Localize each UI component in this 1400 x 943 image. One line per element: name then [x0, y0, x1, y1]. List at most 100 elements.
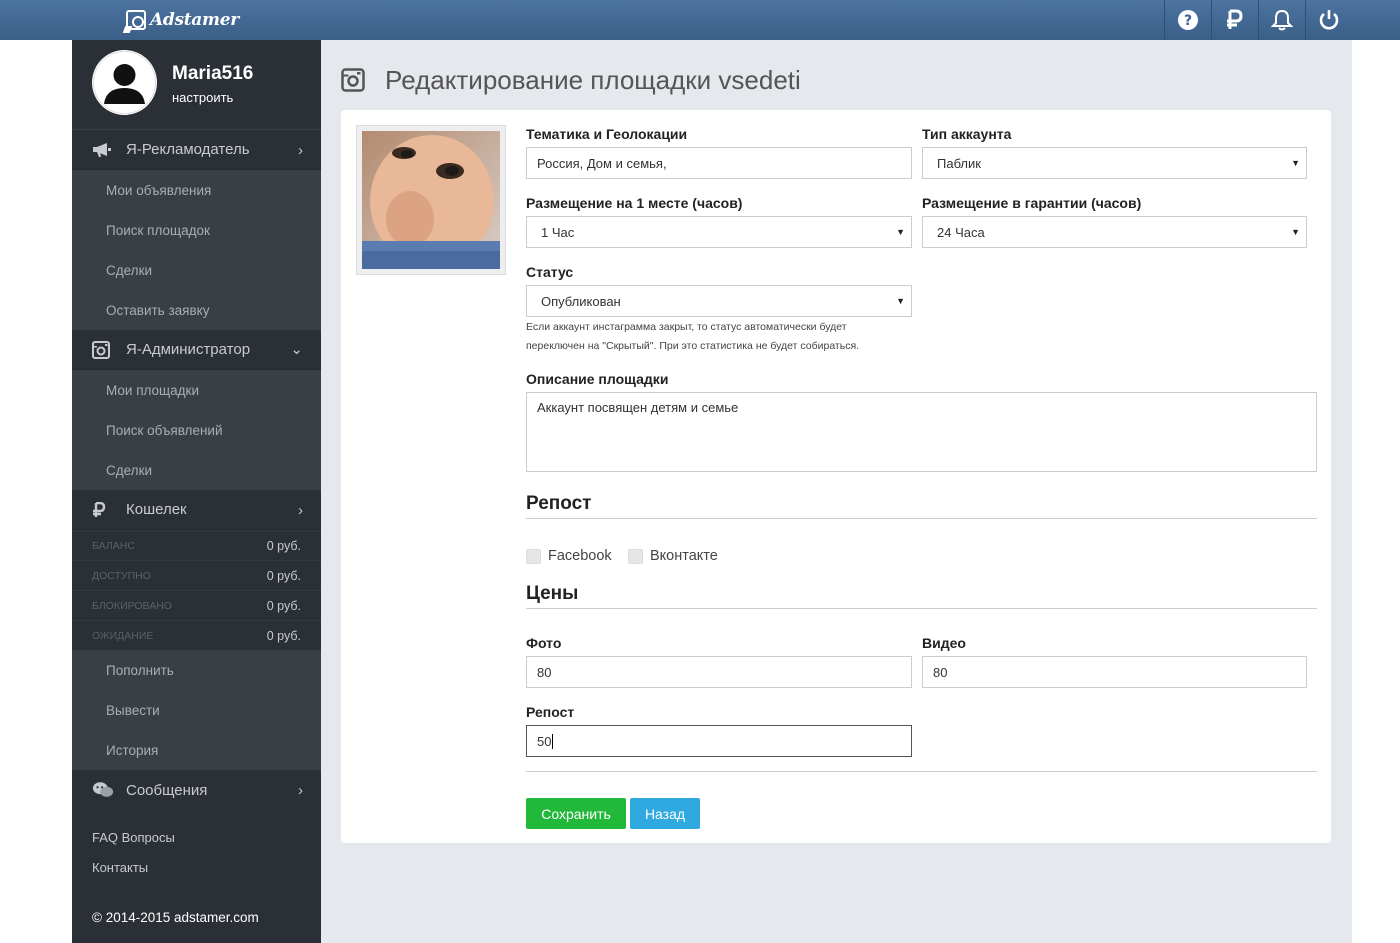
page-header: Редактирование площадки vsedeti	[341, 64, 801, 96]
edit-form-card: Тематика и Геолокации Россия, Дом и семь…	[341, 110, 1331, 843]
bell-icon	[1271, 9, 1293, 31]
sidebar-section-wallet[interactable]: Кошелек ›	[72, 490, 321, 530]
logout-button[interactable]	[1305, 0, 1352, 40]
sidebar-item-my-platforms[interactable]: Мои площадки	[72, 370, 321, 410]
platform-thumbnail	[356, 125, 506, 275]
chevron-down-icon: ⌄	[290, 341, 303, 358]
guarantee-select[interactable]: 24 Часа ▼	[922, 216, 1307, 248]
ruble-icon	[92, 501, 114, 519]
sidebar-item-search-ads[interactable]: Поиск объявлений	[72, 410, 321, 450]
avatar[interactable]	[92, 50, 157, 115]
wallet-row-value: 0 руб.	[266, 598, 301, 613]
notifications-button[interactable]	[1258, 0, 1305, 40]
sidebar-item-top-up[interactable]: Пополнить	[72, 650, 321, 690]
sidebar-item-history[interactable]: История	[72, 730, 321, 770]
chevron-right-icon: ›	[298, 782, 303, 799]
status-note: Если аккаунт инстаграмма закрыт, то стат…	[526, 321, 860, 352]
sidebar-item-withdraw[interactable]: Вывести	[72, 690, 321, 730]
sidebar-item-my-ads[interactable]: Мои объявления	[72, 170, 321, 210]
description-textarea[interactable]: Аккаунт посвящен детям и семье	[526, 392, 1317, 472]
main-content: Редактирование площадки vsedeti Тематика…	[321, 40, 1352, 943]
wallet-row-blocked: Блокировано 0 руб.	[72, 590, 321, 620]
wallet-row-available: Доступно 0 руб.	[72, 560, 321, 590]
sidebar-item-admin-deals[interactable]: Сделки	[72, 450, 321, 490]
wallet-row-label: Ожидание	[92, 629, 154, 642]
prices-heading: Цены	[526, 583, 579, 604]
sidebar-section-advertiser[interactable]: Я-Рекламодатель ›	[72, 130, 321, 170]
topic-input[interactable]: Россия, Дом и семья,	[526, 147, 912, 179]
repost-price-label: Репост	[526, 704, 575, 720]
sidebar-footer-links: FAQ Вопросы Контакты	[72, 822, 321, 882]
photo-price-label: Фото	[526, 635, 562, 651]
guarantee-value: 24 Часа	[937, 224, 985, 240]
caret-down-icon: ▼	[896, 227, 905, 237]
wallet-row-value: 0 руб.	[266, 538, 301, 553]
topic-label: Тематика и Геолокации	[526, 126, 688, 142]
wallet-row-value: 0 руб.	[266, 568, 301, 583]
instagram-icon	[92, 340, 114, 359]
status-label: Статус	[526, 264, 574, 280]
camera-logo-icon	[126, 10, 146, 30]
user-name: Maria516	[172, 63, 254, 84]
user-avatar-icon	[93, 51, 156, 114]
page-title: Редактирование площадки vsedeti	[385, 64, 801, 95]
baby-photo	[362, 131, 500, 269]
sidebar-section-admin[interactable]: Я-Администратор ⌄	[72, 330, 321, 370]
photo-price-input[interactable]: 80	[526, 656, 912, 688]
wallet-row-label: Доступно	[92, 569, 151, 582]
sidebar-item-deals[interactable]: Сделки	[72, 250, 321, 290]
account-type-value: Паблик	[937, 155, 981, 171]
repost-price-value: 50	[537, 733, 552, 749]
brand-logo[interactable]: Adstamer	[126, 8, 239, 32]
copyright: © 2014-2015 adstamer.com	[92, 910, 259, 925]
status-select[interactable]: Опубликован ▼	[526, 285, 912, 317]
back-button[interactable]: Назад	[630, 798, 700, 829]
help-button[interactable]: ?	[1164, 0, 1211, 40]
ruble-icon	[1227, 9, 1243, 29]
instagram-icon	[341, 68, 365, 92]
megaphone-icon	[92, 141, 114, 159]
checkbox-box[interactable]	[628, 548, 643, 564]
help-icon: ?	[1178, 10, 1198, 30]
top-bar: Adstamer ?	[0, 0, 1400, 40]
text-cursor	[552, 733, 554, 749]
sidebar: Maria516 настроить Я-Рекламодатель › Мои…	[72, 40, 321, 943]
sidebar-section-messages[interactable]: Сообщения ›	[72, 770, 321, 810]
contacts-link[interactable]: Контакты	[92, 852, 321, 882]
wallet-row-label: Баланс	[92, 539, 135, 552]
divider	[526, 608, 1317, 609]
chevron-right-icon: ›	[298, 502, 303, 519]
chat-bubbles-icon	[92, 781, 114, 799]
settings-link[interactable]: настроить	[172, 90, 233, 105]
first-place-select[interactable]: 1 Час ▼	[526, 216, 912, 248]
account-type-select[interactable]: Паблик ▼	[922, 147, 1307, 179]
repost-heading: Репост	[526, 493, 592, 514]
account-type-label: Тип аккаунта	[922, 126, 1012, 142]
sidebar-section-label: Я-Рекламодатель	[126, 141, 250, 158]
repost-facebook-checkbox[interactable]: Facebook	[526, 548, 612, 564]
video-price-input[interactable]: 80	[922, 656, 1307, 688]
top-icons: ?	[1164, 0, 1352, 40]
description-label: Описание площадки	[526, 371, 669, 387]
wallet-row-balance: Баланс 0 руб.	[72, 530, 321, 560]
sidebar-item-leave-request[interactable]: Оставить заявку	[72, 290, 321, 330]
balance-button[interactable]	[1211, 0, 1258, 40]
power-icon	[1319, 10, 1339, 30]
sidebar-section-label: Кошелек	[126, 501, 187, 518]
checkbox-label: Вконтакте	[650, 548, 718, 564]
sidebar-section-label: Сообщения	[126, 781, 208, 799]
svg-text:?: ?	[1184, 13, 1192, 29]
faq-link[interactable]: FAQ Вопросы	[92, 822, 321, 852]
save-button[interactable]: Сохранить	[526, 798, 626, 829]
first-place-value: 1 Час	[541, 224, 575, 240]
repost-vkontakte-checkbox[interactable]: Вконтакте	[628, 548, 718, 564]
checkbox-box[interactable]	[526, 548, 541, 564]
brand-name: Adstamer	[150, 10, 239, 30]
repost-price-input[interactable]: 50	[526, 725, 912, 757]
caret-down-icon: ▼	[1291, 227, 1300, 237]
status-value: Опубликован	[541, 293, 621, 309]
chevron-right-icon: ›	[298, 142, 303, 159]
sidebar-item-search-platforms[interactable]: Поиск площадок	[72, 210, 321, 250]
video-price-label: Видео	[922, 635, 966, 651]
wallet-row-label: Блокировано	[92, 599, 172, 612]
